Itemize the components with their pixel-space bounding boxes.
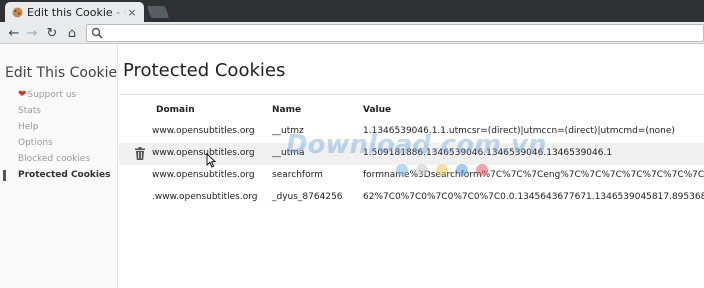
table-row[interactable]: www.opensubtitles.org __utmz 1.134653904… xyxy=(119,121,704,143)
mouse-pointer-icon xyxy=(206,153,216,168)
cookie-name: searchform xyxy=(272,170,323,180)
tab-close-icon[interactable]: × xyxy=(126,6,138,19)
sidebar-item-options[interactable]: Options xyxy=(0,135,118,151)
reload-icon[interactable]: ↻ xyxy=(44,25,60,41)
sidebar-item-protected-cookies[interactable]: Protected Cookies xyxy=(0,167,118,183)
sidebar-item-label: Support us xyxy=(27,90,77,100)
sidebar-item-help[interactable]: Help xyxy=(0,119,118,135)
cookie-name: __utma xyxy=(272,148,305,158)
table-row[interactable]: www.opensubtitles.org searchform formnam… xyxy=(119,165,704,187)
sidebar: Edit This Cookie ❤Support us Stats Help … xyxy=(0,45,118,288)
column-header-domain: Domain xyxy=(156,105,195,115)
sidebar-item-label: Blocked cookies xyxy=(18,154,91,164)
cookie-name: __utmz xyxy=(272,126,304,136)
page-title: Protected Cookies xyxy=(123,60,286,81)
cookie-name: _dyus_8764256 xyxy=(272,192,343,202)
search-icon xyxy=(91,27,103,39)
trash-icon[interactable] xyxy=(135,147,145,160)
home-icon[interactable]: ⌂ xyxy=(64,25,80,41)
column-header-value: Value xyxy=(363,105,392,115)
tab-strip: Edit this Cookie - Options × xyxy=(0,0,704,22)
cookie-domain: www.opensubtitles.org xyxy=(152,126,255,136)
sidebar-item-blocked-cookies[interactable]: Blocked cookies xyxy=(0,151,118,167)
divider xyxy=(119,94,704,95)
new-tab-button[interactable] xyxy=(146,6,170,18)
table-row[interactable]: .www.opensubtitles.org _dyus_8764256 62%… xyxy=(119,187,704,209)
cookie-value: formname%3Dsearchform%7C%7C%7Ceng%7C%7C%… xyxy=(363,170,704,180)
sidebar-item-label: Protected Cookies xyxy=(18,170,111,180)
sidebar-item-label: Stats xyxy=(18,106,41,116)
cookie-value: 1.509181886.1346539046.1346539046.134653… xyxy=(363,148,613,158)
sidebar-item-label: Help xyxy=(18,122,39,132)
forward-icon[interactable]: → xyxy=(24,25,40,41)
cookie-domain: www.opensubtitles.org xyxy=(152,148,255,158)
cookie-domain: www.opensubtitles.org xyxy=(152,170,255,180)
cookie-domain: .www.opensubtitles.org xyxy=(152,192,258,202)
sidebar-item-support-us[interactable]: ❤Support us xyxy=(0,87,118,103)
sidebar-nav: ❤Support us Stats Help Options Blocked c… xyxy=(0,87,118,183)
browser-toolbar: ← → ↻ ⌂ xyxy=(0,22,704,44)
cookie-value: 62%7C0%7C0%7C0%7C0%7C0.0.1345643677671.1… xyxy=(363,192,704,202)
cookie-value: 1.1346539046.1.1.utmcsr=(direct)|utmccn=… xyxy=(363,126,675,136)
address-bar[interactable] xyxy=(86,24,704,42)
cookie-favicon-icon xyxy=(11,6,23,18)
tab-title: Edit this Cookie - Options xyxy=(27,5,126,19)
heart-icon: ❤ xyxy=(18,89,27,100)
sidebar-item-label: Options xyxy=(18,138,53,148)
sidebar-item-stats[interactable]: Stats xyxy=(0,103,118,119)
back-icon[interactable]: ← xyxy=(6,25,22,41)
sidebar-title: Edit This Cookie xyxy=(5,65,118,81)
browser-tab[interactable]: Edit this Cookie - Options × xyxy=(5,2,144,22)
column-header-name: Name xyxy=(272,105,302,115)
